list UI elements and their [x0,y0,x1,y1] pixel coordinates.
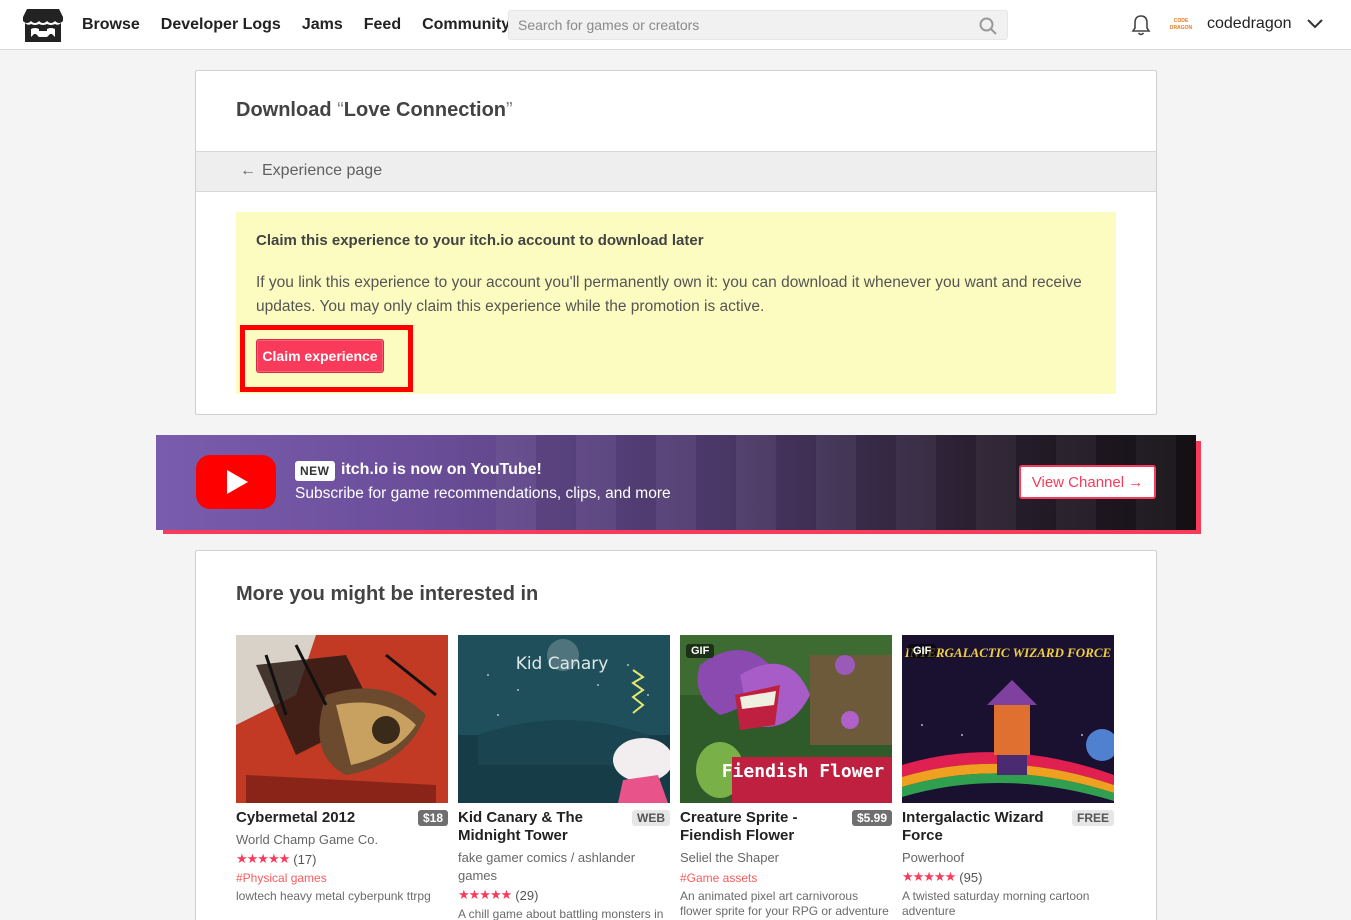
wizard-force-cover-image: INTERGALACTIC WIZARD FORCE [902,635,1114,803]
gif-badge: GIF [908,644,937,658]
nav-browse[interactable]: Browse [82,16,140,34]
game-title-link[interactable]: Creature Sprite - Fiendish Flower [680,809,845,845]
game-title-row: Creature Sprite - Fiendish Flower $5.99 [680,809,892,845]
banner-subtitle: Subscribe for game recommendations, clip… [295,485,671,502]
chevron-down-icon[interactable] [1306,17,1324,31]
title-close-quote: ” [506,99,513,121]
itchio-logo-icon[interactable] [23,7,63,44]
game-tag[interactable]: #Game assets [680,871,892,885]
section-title: More you might be interested in [236,583,539,605]
price-badge: FREE [1071,810,1114,826]
game-thumbnail[interactable]: INTERGALACTIC WIZARD FORCE GIF [902,635,1114,803]
download-card: Download “Love Connection” ← Experience … [195,70,1157,415]
title-open-quote: “ [337,99,344,121]
top-header: Browse Developer Logs Jams Feed Communit… [0,0,1351,50]
fiendish-flower-cover-image: Fiendish Flower [680,635,892,803]
cybermetal-cover-image [236,635,448,803]
username-label[interactable]: codedragon [1207,15,1292,33]
game-title-link[interactable]: Kid Canary & The Midnight Tower [458,809,623,845]
star-rating-icon: ★★★★★ [902,869,956,884]
avatar-image: CODE DRAGON [1170,18,1193,31]
search-input[interactable] [509,11,969,39]
page-title: Download “Love Connection” [236,99,513,122]
banner-title: itch.io is now on YouTube! [341,461,542,478]
game-title-row: Intergalactic Wizard Force FREE [902,809,1114,845]
youtube-banner[interactable]: NEW itch.io is now on YouTube! Subscribe… [156,435,1196,530]
user-avatar[interactable]: CODE DRAGON [1168,13,1194,35]
back-bar: ← Experience page [196,151,1156,192]
game-title-row: Cybermetal 2012 $18 [236,809,448,827]
nav-community[interactable]: Community [422,16,510,34]
rating-count: (95) [959,869,983,885]
game-author[interactable]: fake gamer comics / ashlander games [458,849,648,885]
game-card[interactable]: Kid Canary Kid Canary & The Midnight Tow… [458,635,670,920]
nav-feed[interactable]: Feed [364,16,401,34]
game-description: A twisted saturday morning cartoon adven… [902,889,1090,918]
claim-experience-button[interactable]: Claim experience [256,339,384,373]
game-rating: ★★★★★ (95) [902,869,1114,885]
game-description: An animated pixel art carnivorous flower… [680,889,889,918]
nav-developer-logs[interactable]: Developer Logs [161,16,281,34]
price-badge: WEB [632,810,670,826]
svg-text:CODE: CODE [1174,18,1189,24]
claim-description: If you link this experience to your acco… [256,274,1082,315]
search-box [508,10,1008,40]
game-thumbnail[interactable] [236,635,448,803]
game-author[interactable]: World Champ Game Co. [236,831,426,849]
svg-text:DRAGON: DRAGON [1170,25,1193,31]
main-nav: Browse Developer Logs Jams Feed Communit… [82,0,531,50]
game-title-row: Kid Canary & The Midnight Tower WEB [458,809,670,845]
rating-count: (29) [515,887,539,903]
game-card[interactable]: Cybermetal 2012 $18 World Champ Game Co.… [236,635,448,904]
star-rating-icon: ★★★★★ [458,887,512,902]
cover-title-text: Kid Canary [516,654,609,674]
title-prefix: Download [236,99,338,121]
game-thumbnail[interactable]: Kid Canary [458,635,670,803]
youtube-logo-icon [196,455,276,509]
recommendations-section: More you might be interested in Cybermet… [195,550,1157,920]
play-icon [227,470,248,494]
title-game-name: Love Connection [343,99,507,121]
kid-canary-cover-image: Kid Canary [458,635,670,803]
notification-bell-icon[interactable] [1131,14,1151,36]
game-card[interactable]: INTERGALACTIC WIZARD FORCE GIF Intergala… [902,635,1114,919]
game-tag[interactable]: #Physical games [236,871,448,885]
rating-count: (17) [293,851,317,867]
game-title-link[interactable]: Intergalactic Wizard Force [902,809,1067,845]
game-thumbnail[interactable]: Fiendish Flower GIF [680,635,892,803]
price-badge: $5.99 [851,810,892,826]
game-rating: ★★★★★ (17) [236,851,448,867]
back-link-label: Experience page [262,162,383,179]
arrow-left-icon: ← [240,162,256,179]
nav-jams[interactable]: Jams [302,16,343,34]
game-description: lowtech heavy metal cyberpunk ttrpg [236,889,431,903]
gif-badge: GIF [686,644,715,658]
new-badge: NEW [295,461,335,481]
game-description: A chill game about battling monsters in [458,907,664,920]
game-author[interactable]: Powerhoof [902,849,1092,867]
game-author[interactable]: Seliel the Shaper [680,849,870,867]
cover-title-text: Fiendish Flower [722,761,885,782]
price-badge: $18 [417,810,448,826]
claim-box: Claim this experience to your itch.io ac… [236,212,1116,394]
star-rating-icon: ★★★★★ [236,851,290,866]
claim-heading: Claim this experience to your itch.io ac… [256,232,704,249]
view-channel-button[interactable]: View Channel → [1019,465,1156,499]
game-rating: ★★★★★ (29) [458,887,670,903]
game-title-link[interactable]: Cybermetal 2012 [236,809,401,827]
game-card[interactable]: Fiendish Flower GIF Creature Sprite - Fi… [680,635,892,919]
experience-page-link[interactable]: ← Experience page [240,162,382,180]
search-icon[interactable] [979,17,997,35]
